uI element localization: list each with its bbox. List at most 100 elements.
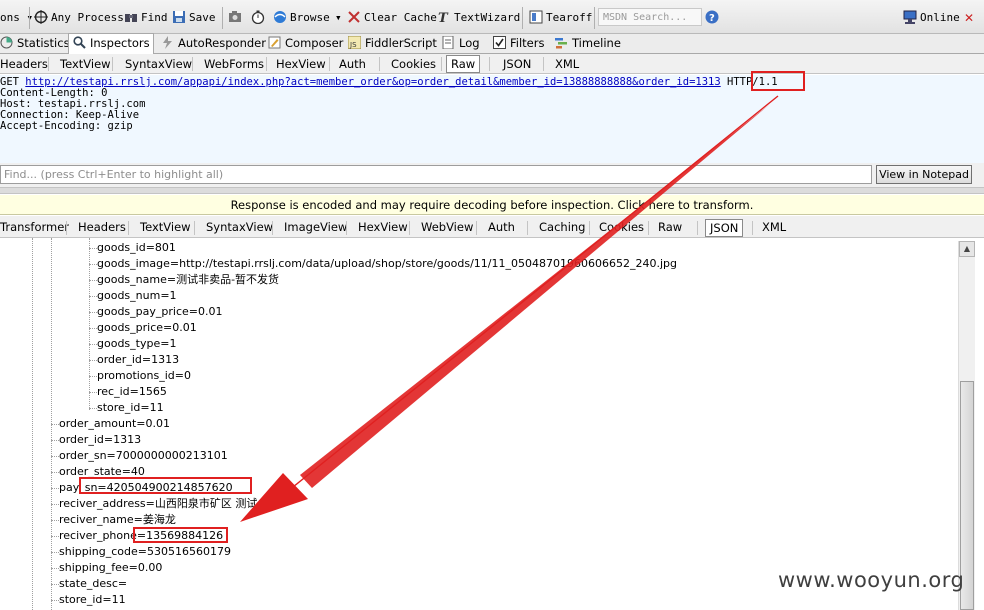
tab-divider <box>476 221 477 235</box>
goods-field-node[interactable]: goods_image=http://testapi.rrslj.com/dat… <box>97 256 677 272</box>
chevron-down-icon: ▾ <box>335 11 342 24</box>
req-tab-headers[interactable]: Headers <box>0 55 48 73</box>
view-in-notepad-button[interactable]: View in Notepad <box>876 165 972 184</box>
find-bar: Find... (press Ctrl+Enter to highlight a… <box>0 163 984 187</box>
order-field-node[interactable]: store_id=11 <box>59 592 126 608</box>
goods-field-node[interactable]: goods_type=1 <box>97 336 176 352</box>
msdn-search-input[interactable]: MSDN Search... <box>598 8 702 26</box>
toolbar-divider <box>594 7 595 29</box>
tab-fiddlerscript[interactable]: JS FiddlerScript <box>344 34 437 54</box>
tree-connector <box>51 456 59 457</box>
tab-statistics[interactable]: Statistics <box>0 34 70 54</box>
toolbar: ons ▾ Any Process Find Save Browse ▾ Cle… <box>0 0 984 34</box>
goods-field-node[interactable]: promotions_id=0 <box>97 368 191 384</box>
goods-field-node[interactable]: goods_num=1 <box>97 288 177 304</box>
find-button[interactable]: Find <box>124 10 168 26</box>
save-icon <box>173 11 185 23</box>
req-tab-json[interactable]: JSON <box>503 55 531 73</box>
pane-splitter[interactable] <box>0 187 984 194</box>
tree-connector <box>89 344 97 345</box>
online-indicator[interactable]: Online <box>903 10 960 26</box>
script-js-icon: JS <box>348 36 361 49</box>
tab-filters[interactable]: Filters <box>489 34 544 54</box>
resp-tab-headers[interactable]: Headers <box>78 218 126 236</box>
msdn-search-placeholder: MSDN Search... <box>603 12 688 23</box>
tree-connector <box>51 600 59 601</box>
order-field-node[interactable]: state_desc= <box>59 576 127 592</box>
resp-tab-raw[interactable]: Raw <box>658 218 682 236</box>
resp-tab-xml[interactable]: XML <box>762 218 786 236</box>
tearoff-button[interactable]: Tearoff <box>529 10 592 26</box>
tab-divider <box>409 221 410 235</box>
goods-field-node[interactable]: store_id=11 <box>97 400 164 416</box>
decode-notice-banner[interactable]: Response is encoded and may require deco… <box>0 195 984 215</box>
timer-button[interactable] <box>251 10 268 26</box>
req-tab-xml[interactable]: XML <box>555 55 579 73</box>
tree-connector <box>89 360 97 361</box>
order-field-node[interactable]: order_sn=7000000000213101 <box>59 448 228 464</box>
tab-timeline[interactable]: Timeline <box>551 34 621 54</box>
request-url[interactable]: http://testapi.rrslj.com/appapi/index.ph… <box>25 76 676 88</box>
req-tab-syntaxview[interactable]: SyntaxView <box>125 55 192 73</box>
save-label: Save <box>189 11 216 24</box>
resp-tab-auth[interactable]: Auth <box>488 218 515 236</box>
goods-field-node[interactable]: goods_id=801 <box>97 240 176 256</box>
order-field-node[interactable]: shipping_fee=0.00 <box>59 560 162 576</box>
screenshot-button[interactable] <box>228 10 245 26</box>
clear-cache-button[interactable]: Clear Cache <box>347 10 437 26</box>
vertical-scrollbar[interactable]: ▲ <box>958 241 975 610</box>
raw-request-view[interactable]: GET http://testapi.rrslj.com/appapi/inde… <box>0 75 984 163</box>
resp-tab-imageview[interactable]: ImageView <box>284 218 347 236</box>
help-button[interactable]: ? <box>705 10 722 26</box>
decode-notice-text[interactable]: Response is encoded and may require deco… <box>231 198 754 212</box>
svg-text:JS: JS <box>349 41 357 49</box>
goods-field-node[interactable]: goods_price=0.01 <box>97 320 197 336</box>
json-tree-view[interactable]: goods_id=801 goods_image=http://testapi.r… <box>0 238 984 610</box>
req-tab-hexview[interactable]: HexView <box>276 55 326 73</box>
req-tab-webforms[interactable]: WebForms <box>204 55 264 73</box>
resp-tab-caching[interactable]: Caching <box>539 218 585 236</box>
tab-autoresponder[interactable]: AutoResponder <box>157 34 266 54</box>
order-field-node[interactable]: order_amount=0.01 <box>59 416 170 432</box>
textwizard-button[interactable]: T TextWizard <box>437 10 520 26</box>
resp-tab-cookies[interactable]: Cookies <box>599 218 644 236</box>
request-url-order-id[interactable]: id=1313 <box>676 76 720 88</box>
req-tab-textview[interactable]: TextView <box>60 55 111 73</box>
goods-field-node[interactable]: goods_name=测试非卖品-暂不发货 <box>97 272 279 288</box>
order-field-node[interactable]: reciver_address=山西阳泉市矿区 测试 4 <box>59 496 268 512</box>
resp-tab-syntaxview[interactable]: SyntaxView <box>206 218 273 236</box>
resp-tab-json[interactable]: JSON <box>705 219 744 237</box>
tab-divider <box>194 221 195 235</box>
order-field-node[interactable]: reciver_name=姜海龙 <box>59 512 176 528</box>
goods-field-node[interactable]: order_id=1313 <box>97 352 179 368</box>
order-field-node[interactable]: shipping_code=530516560179 <box>59 544 231 560</box>
req-tab-auth[interactable]: Auth <box>339 55 366 73</box>
resp-tab-hexview[interactable]: HexView <box>358 218 408 236</box>
tab-inspectors-label: Inspectors <box>90 36 150 50</box>
find-placeholder: Find... (press Ctrl+Enter to highlight a… <box>4 168 224 181</box>
tree-connector <box>51 424 59 425</box>
save-button[interactable]: Save <box>172 10 216 26</box>
find-input[interactable]: Find... (press Ctrl+Enter to highlight a… <box>0 165 872 184</box>
close-icon[interactable]: ✕ <box>964 10 974 26</box>
req-tab-raw[interactable]: Raw <box>446 55 481 73</box>
resp-tab-transformer[interactable]: Transformer <box>0 218 69 236</box>
checkbox-icon <box>493 36 506 49</box>
req-tab-cookies[interactable]: Cookies <box>391 55 436 73</box>
order-field-node[interactable]: order_id=1313 <box>59 432 141 448</box>
scroll-up-arrow[interactable]: ▲ <box>959 241 975 257</box>
tab-inspectors[interactable]: Inspectors <box>68 33 154 56</box>
tree-connector <box>51 568 59 569</box>
resp-tab-textview[interactable]: TextView <box>140 218 191 236</box>
tab-log[interactable]: Log <box>438 34 480 54</box>
tree-connector <box>51 488 59 489</box>
any-process-button[interactable]: Any Process <box>34 10 124 26</box>
browse-dropdown-arrow[interactable]: ▾ <box>335 10 342 26</box>
resp-tab-webview[interactable]: WebView <box>421 218 473 236</box>
crosshair-icon <box>34 10 48 24</box>
request-header-line: Content-Length: 0 <box>0 87 108 99</box>
browse-button[interactable]: Browse <box>273 10 330 26</box>
tab-composer[interactable]: Composer <box>264 34 343 54</box>
goods-field-node[interactable]: goods_pay_price=0.01 <box>97 304 222 320</box>
goods-field-node[interactable]: rec_id=1565 <box>97 384 167 400</box>
